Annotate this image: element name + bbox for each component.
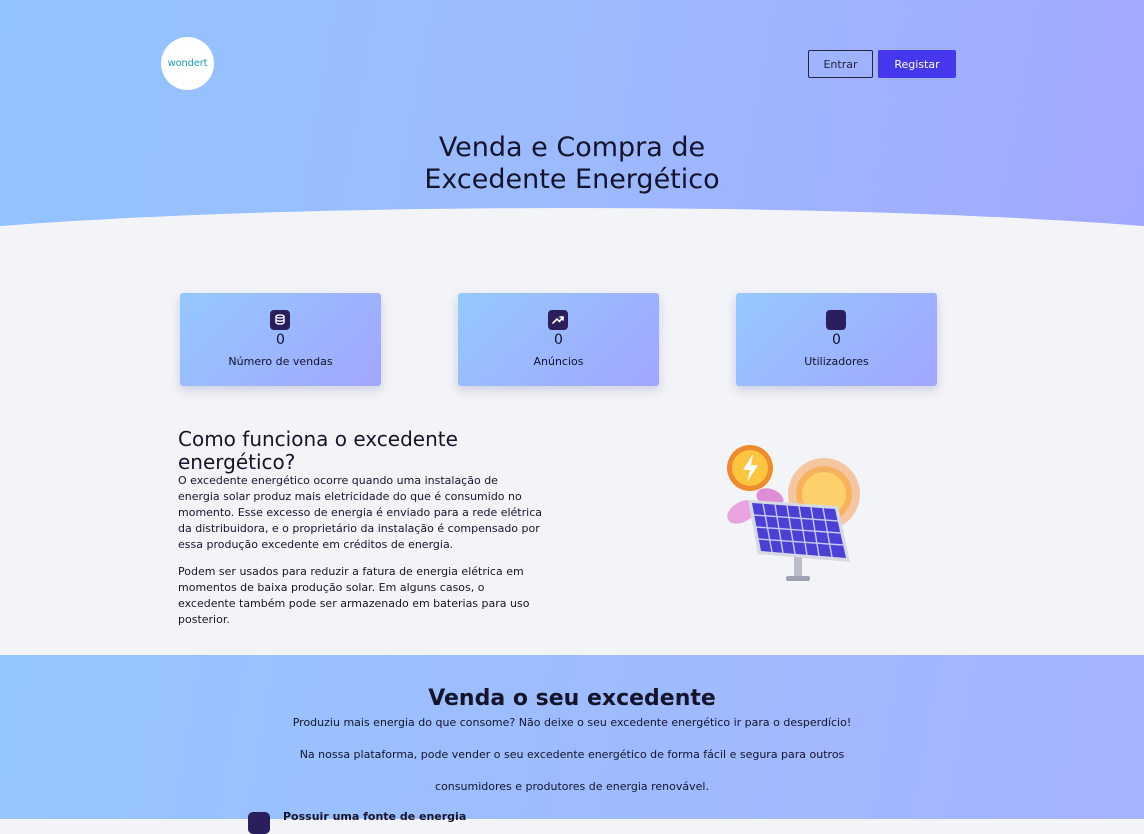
how-paragraph-1: O excedente energético ocorre quando uma…	[178, 474, 542, 551]
hero-title: Venda e Compra de Excedente Energético	[322, 132, 822, 196]
solar-panel-illustration	[722, 442, 864, 584]
how-paragraph-2: Podem ser usados para reduzir a fatura d…	[178, 565, 530, 626]
logo[interactable]: wondert	[161, 37, 214, 90]
energy-source-icon	[248, 812, 270, 834]
stat-label: Utilizadores	[804, 355, 869, 368]
lightning-coin-icon	[727, 445, 773, 491]
stat-card-users: 0 Utilizadores	[736, 293, 937, 386]
logo-text: wondert	[167, 58, 208, 69]
hero-title-line1: Venda e Compra de	[438, 132, 706, 163]
stat-value: 0	[554, 332, 563, 348]
sell-text-2: Na nossa plataforma, pode vender o seu e…	[299, 748, 845, 761]
hero-curve	[0, 208, 1144, 262]
sell-text-1: Produziu mais energia do que consome? Nã…	[292, 716, 852, 729]
requirement-label: Possuir uma fonte de energia	[283, 810, 467, 823]
trending-up-icon	[548, 310, 568, 330]
stat-card-sales: 0 Número de vendas	[180, 293, 381, 386]
sell-title: Venda o seu excedente	[428, 686, 716, 711]
sell-section: Venda o seu excedente Produziu mais ener…	[0, 655, 1144, 834]
stat-card-ads: 0 Anúncios	[458, 293, 659, 386]
stat-value: 0	[832, 332, 841, 348]
stat-label: Anúncios	[533, 355, 584, 368]
stat-label: Número de vendas	[228, 355, 333, 368]
coins-icon	[270, 310, 290, 330]
sell-text-3: consumidores e produtores de energia ren…	[435, 780, 709, 793]
login-button[interactable]: Entrar	[808, 50, 873, 78]
hero-title-line2: Excedente Energético	[424, 164, 720, 195]
users-icon	[826, 310, 846, 330]
hero-section	[0, 0, 1144, 262]
how-title: Como funciona o excedente energético?	[178, 427, 458, 474]
stat-value: 0	[276, 332, 285, 348]
register-button[interactable]: Registar	[878, 50, 956, 78]
